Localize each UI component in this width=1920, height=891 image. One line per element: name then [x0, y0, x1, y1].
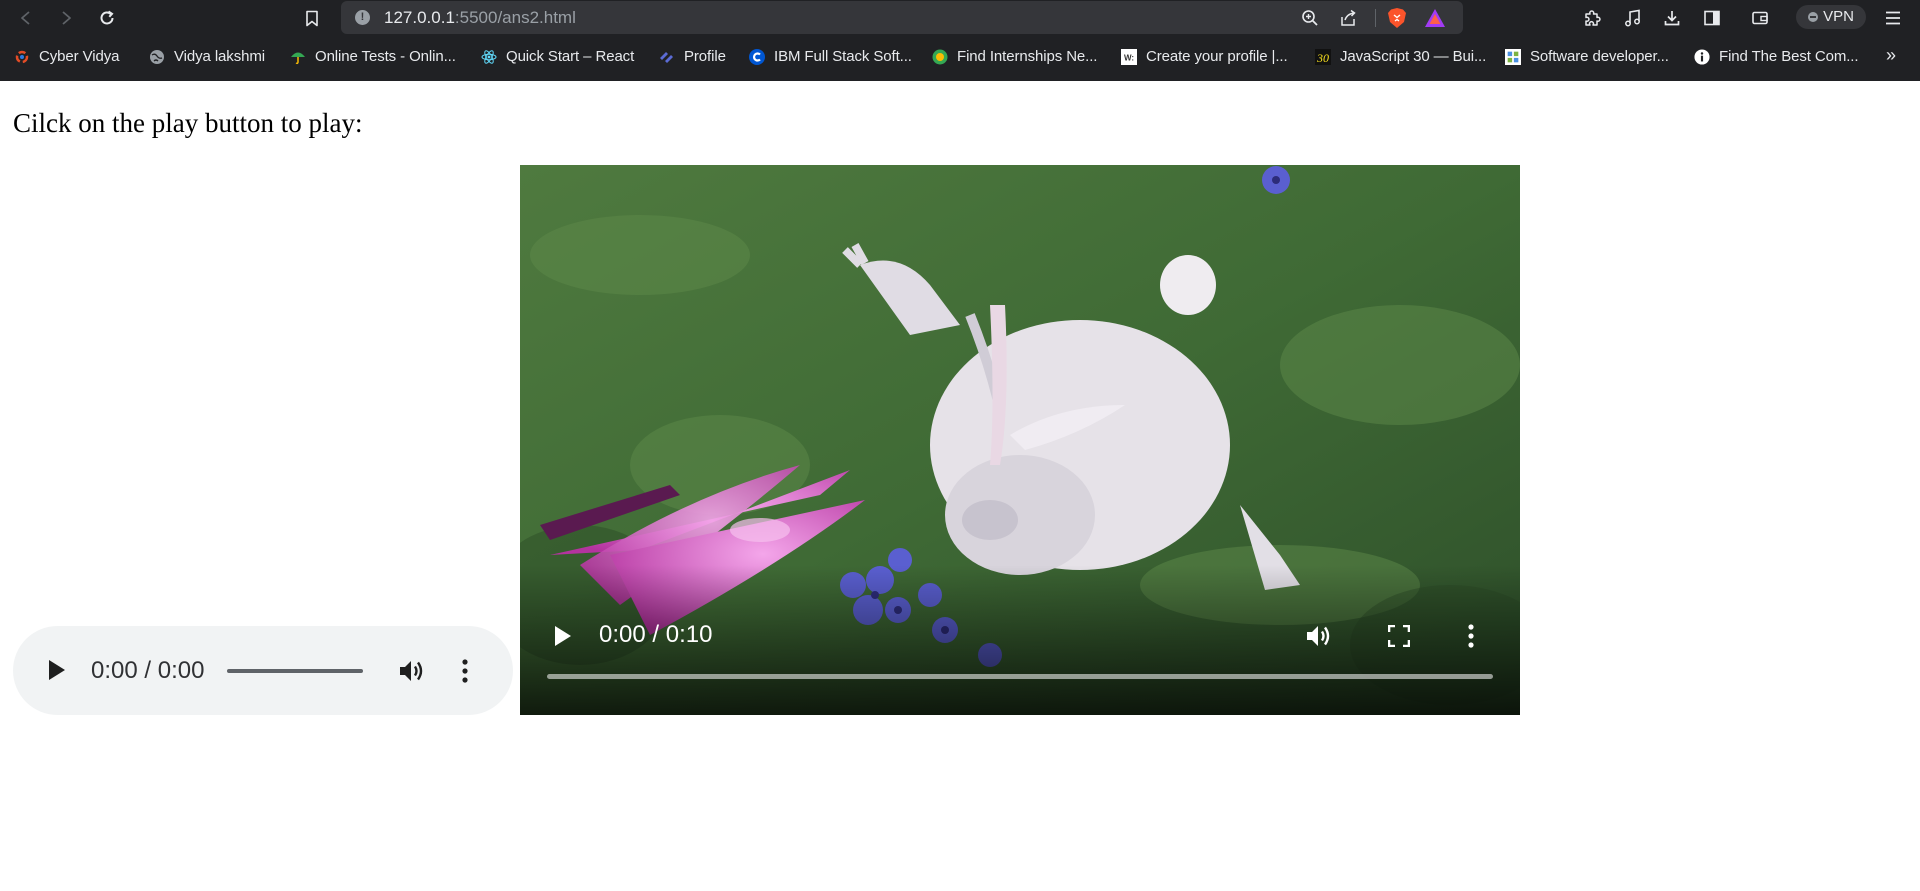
forward-arrow-icon [62, 11, 71, 25]
js30-icon: 30 [1315, 49, 1331, 65]
music-note-icon [1625, 9, 1640, 27]
video-play-button[interactable] [550, 623, 576, 649]
reload-icon [100, 10, 114, 25]
vpn-button[interactable]: VPN [1796, 5, 1866, 29]
bookmark-label: Quick Start – React [506, 48, 635, 65]
more-vertical-icon [462, 659, 468, 683]
bookmark-item[interactable]: Quick Start – React [481, 46, 634, 68]
bookmark-label: Vidya lakshmi [174, 48, 265, 65]
bookmark-label: JavaScript 30 — Bui... [1340, 48, 1487, 65]
zoom-button[interactable] [1299, 7, 1321, 29]
address-bar[interactable]: ! 127.0.0.1:5500/ans2.html [341, 1, 1463, 34]
extensions-button[interactable] [1580, 6, 1604, 30]
cyber-vidya-icon [14, 49, 30, 65]
audio-play-button[interactable] [45, 658, 69, 682]
hamburger-menu-icon [1886, 11, 1900, 25]
bookmark-item[interactable]: 30 JavaScript 30 — Bui... [1315, 46, 1486, 68]
bookmark-label: Create your profile |... [1146, 48, 1288, 65]
play-icon [555, 626, 571, 646]
brave-rewards-icon [1425, 9, 1445, 27]
back-button[interactable] [14, 6, 38, 30]
internship-icon [932, 49, 948, 65]
bookmark-item[interactable]: Find Internships Ne... [932, 46, 1097, 68]
page-heading: Cilck on the play button to play: [13, 108, 363, 138]
share-button[interactable] [1337, 7, 1359, 29]
video-more-options-button[interactable] [1464, 622, 1478, 650]
play-icon [49, 660, 65, 680]
audio-player[interactable]: 0:00 / 0:00 [13, 626, 513, 715]
video-player[interactable]: 0:00 / 0:10 [520, 165, 1520, 715]
main-menu-button[interactable] [1881, 6, 1905, 30]
back-arrow-icon [21, 11, 30, 25]
audio-seek-slider[interactable] [227, 669, 363, 673]
share-icon [1341, 9, 1356, 26]
video-volume-button[interactable] [1304, 621, 1334, 651]
reload-button[interactable] [95, 6, 119, 30]
omnibox-divider [1375, 9, 1376, 27]
svg-text:W:: W: [1124, 54, 1134, 63]
bookmarks-bar: Cyber Vidya Vidya lakshmi Online Tests -… [0, 42, 1920, 72]
browser-chrome: ! 127.0.0.1:5500/ans2.html VPN Cyber Vid… [0, 0, 1920, 81]
globe-icon [149, 49, 165, 65]
info-icon [1694, 49, 1710, 65]
volume-icon [400, 661, 423, 681]
coursera-icon [749, 49, 765, 65]
audio-more-options-button[interactable] [459, 657, 471, 685]
forward-button[interactable] [54, 6, 78, 30]
volume-icon [1307, 626, 1330, 646]
media-button[interactable] [1621, 6, 1645, 30]
zoom-icon [1302, 10, 1318, 26]
bookmark-item[interactable]: Find The Best Com... [1694, 46, 1859, 68]
svg-text:30: 30 [1316, 51, 1329, 65]
wallet-button[interactable] [1748, 6, 1772, 30]
bookmark-label: Online Tests - Onlin... [315, 48, 456, 65]
bookmark-label: Find Internships Ne... [957, 48, 1098, 65]
react-icon [481, 49, 497, 65]
brave-lion-icon [1388, 8, 1406, 28]
url-path: :5500/ans2.html [454, 8, 576, 27]
video-time-display: 0:00 / 0:10 [599, 621, 713, 648]
more-bookmarks-button[interactable]: » [1886, 45, 1896, 65]
bookmark-label: Profile [684, 48, 726, 65]
vpn-status-icon [1808, 12, 1819, 22]
bookmark-label: Find The Best Com... [1719, 48, 1859, 65]
w-icon: W: [1121, 49, 1137, 65]
download-icon [1664, 11, 1680, 26]
url-host: 127.0.0.1 [384, 8, 455, 27]
browser-toolbar: ! 127.0.0.1:5500/ans2.html VPN [0, 0, 1920, 36]
site-info-icon[interactable]: ! [355, 10, 370, 25]
sidebar-icon [1704, 10, 1720, 26]
umbrella-icon [290, 49, 306, 65]
bookmark-page-button[interactable] [300, 6, 324, 30]
naukri-icon [1505, 49, 1521, 65]
audio-volume-button[interactable] [398, 657, 426, 685]
downloads-button[interactable] [1660, 6, 1684, 30]
bookmark-item[interactable]: Software developer... [1505, 46, 1669, 68]
bookmark-item[interactable]: Profile [659, 46, 726, 68]
page-content: Cilck on the play button to play: 0:00 /… [0, 81, 1920, 891]
sidebar-button[interactable] [1700, 6, 1724, 30]
puzzle-icon [1585, 10, 1601, 26]
brave-rewards-button[interactable] [1424, 7, 1446, 29]
bookmark-item[interactable]: Cyber Vidya [14, 46, 119, 68]
url-text[interactable]: 127.0.0.1:5500/ans2.html [384, 8, 576, 28]
bookmark-icon [306, 10, 318, 26]
bookmark-item[interactable]: Vidya lakshmi [149, 46, 265, 68]
bookmark-label: Software developer... [1530, 48, 1669, 65]
more-vertical-icon [1468, 624, 1474, 648]
video-seek-slider[interactable] [547, 674, 1493, 679]
bookmark-item[interactable]: Online Tests - Onlin... [290, 46, 456, 68]
bookmark-item[interactable]: W: Create your profile |... [1121, 46, 1288, 68]
vpn-label: VPN [1823, 8, 1854, 25]
bookmark-label: Cyber Vidya [39, 48, 120, 65]
audio-time-display: 0:00 / 0:00 [91, 657, 205, 684]
fullscreen-icon [1388, 625, 1410, 647]
profile-logo-icon [659, 49, 675, 65]
video-fullscreen-button[interactable] [1385, 622, 1413, 650]
bookmark-item[interactable]: IBM Full Stack Soft... [749, 46, 912, 68]
wallet-icon [1752, 11, 1768, 25]
brave-shields-button[interactable] [1386, 7, 1408, 29]
bookmark-label: IBM Full Stack Soft... [774, 48, 912, 65]
